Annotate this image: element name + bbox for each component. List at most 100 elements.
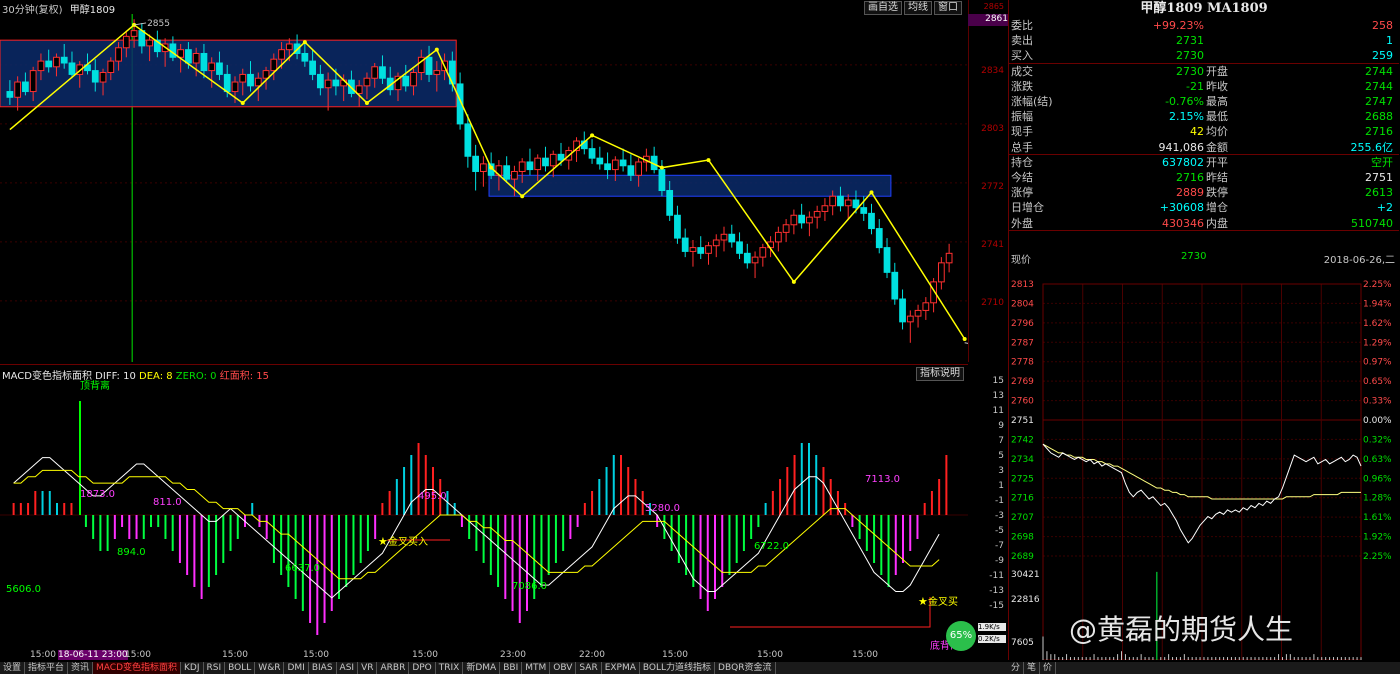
bull-candle <box>705 245 712 254</box>
indicator-tab[interactable]: BOLL力道线指标 <box>640 662 716 674</box>
quote-label-2: 均价 <box>1206 125 1228 139</box>
high-label: 2855 <box>147 19 170 29</box>
quote-row: 振幅 2.15% 最低 2688 <box>1009 109 1399 124</box>
indicator-tab[interactable]: EXPMA <box>602 662 640 674</box>
star-icon: ★ <box>378 535 388 548</box>
bear-candle <box>743 252 751 264</box>
indicator-tab[interactable]: SAR <box>576 662 602 674</box>
quote-value-2: 259 <box>1372 49 1393 63</box>
indicator-tab[interactable]: 指标平台 <box>25 662 69 674</box>
bear-candle <box>216 62 223 75</box>
bear-candle <box>588 148 596 159</box>
indicator-tab[interactable]: ARBR <box>377 662 410 674</box>
indicator-tab[interactable]: W&R <box>255 662 285 674</box>
indicator-tab-bar: 设置 指标平台 资讯 MACD变色指标面积 KDJ RSI BOLL W&R DMI BIAS AS… <box>0 662 1008 674</box>
quote-value-2: 258 <box>1372 19 1393 32</box>
right-tab[interactable]: 价 <box>1040 662 1057 674</box>
bull-candle <box>813 210 821 218</box>
indicator-tab[interactable]: 资讯 <box>68 662 94 674</box>
bear-candle <box>604 163 611 171</box>
quote-value: 2730 <box>1176 49 1204 63</box>
indicator-tab[interactable]: BBI <box>500 662 523 674</box>
quote-panel: 甲醇1809 MA1809 委比 +99.23% 258 卖出 2731 1 买入 2730 2… <box>1008 0 1399 240</box>
right-tab[interactable]: 分 <box>1008 662 1025 674</box>
right-tab-bar: 分笔价 <box>1008 662 1400 674</box>
bull-candle <box>107 60 115 74</box>
quote-value-2: 1 <box>1386 34 1393 48</box>
diff-line <box>13 457 940 599</box>
bear-candle <box>425 56 433 75</box>
indicator-tab[interactable]: DPO <box>409 662 436 674</box>
indicator-tab[interactable]: OBV <box>550 662 577 674</box>
bull-candle <box>371 66 379 79</box>
bear-candle <box>697 247 705 254</box>
quote-label: 涨跌 <box>1011 79 1033 93</box>
indicator-tab[interactable]: ASI <box>337 662 359 674</box>
quote-label: 持仓 <box>1011 155 1033 169</box>
quote-value-2: 2716 <box>1365 125 1393 139</box>
bear-candle <box>22 81 29 93</box>
bull-candle <box>937 262 945 283</box>
indicator-tab[interactable]: DBQR资金流 <box>715 662 776 674</box>
range-box <box>488 174 892 197</box>
quote-label-2: 内盘 <box>1206 216 1228 230</box>
bull-candle <box>635 161 643 176</box>
macd-annotation: 894.0 <box>117 547 146 558</box>
bear-candle <box>666 190 674 216</box>
indicator-tab[interactable]: KDJ <box>181 662 204 674</box>
bull-candle <box>806 216 813 224</box>
zigzag-arrow-tip <box>302 40 307 45</box>
indicator-tab[interactable]: RSI <box>204 662 226 674</box>
indicator-tab[interactable]: BIAS <box>309 662 337 674</box>
star-icon: ★ <box>918 595 928 608</box>
bear-candle <box>316 73 324 89</box>
quote-value-2: 2744 <box>1365 64 1393 78</box>
quote-value-2: 2747 <box>1365 95 1393 108</box>
quote-label-2: 昨收 <box>1206 79 1228 93</box>
macd-annotation: 6722.0 <box>754 541 789 552</box>
indicator-tab[interactable]: MACD变色指标面积 <box>93 662 182 674</box>
tick-axis-left-label: 2769 <box>1011 377 1034 387</box>
quote-row: 涨跌 -21 昨收 2744 <box>1009 79 1399 94</box>
bear-candle <box>852 199 860 209</box>
indicator-tab[interactable]: MTM <box>522 662 551 674</box>
bull-candle <box>130 30 138 37</box>
quote-label-2: 昨结 <box>1206 171 1228 184</box>
bear-candle <box>68 62 76 75</box>
price-chart-panel[interactable]: 30分钟(复权) 甲醇1809 画自选 均线 窗口 28552688 <box>0 0 969 362</box>
tick-axis-right-label: 0.32% <box>1363 435 1392 445</box>
bull-candle <box>208 62 216 72</box>
quote-value: -0.76% <box>1165 95 1204 108</box>
quote-row: 持仓 637802 开平 空开 <box>1009 155 1399 170</box>
tick-axis-left-label: 2725 <box>1011 474 1034 484</box>
price-axis-label: 2865 <box>983 2 1004 11</box>
quote-value: +99.23% <box>1152 19 1204 32</box>
bull-candle <box>14 81 22 98</box>
bull-candle <box>99 72 107 83</box>
bear-candle <box>627 165 635 176</box>
quote-value-2: 2688 <box>1365 110 1393 124</box>
bull-candle <box>689 247 697 252</box>
intraday-panel[interactable]: 现价 2730 2018-06-26,二 2813 2804 2796 2787 277… <box>1008 240 1399 660</box>
macd-panel[interactable]: MACD变色指标面积 DIFF: 10 DEA: 8 ZERO: 0 红面积: … <box>0 364 1006 663</box>
bear-candle <box>223 73 231 93</box>
quote-label-2: 最高 <box>1206 95 1228 108</box>
indicator-tab[interactable]: 新DMA <box>463 662 501 674</box>
macd-annotation: 5606.0 <box>6 584 41 595</box>
right-tab[interactable]: 笔 <box>1024 662 1041 674</box>
watermark: @黄磊的期货人生 <box>1069 613 1294 646</box>
tick-axis-left-label: 2787 <box>1011 338 1034 348</box>
bull-candle <box>192 52 200 64</box>
now-price-number: 2730 <box>1181 251 1207 262</box>
macd-axis-label: 15 <box>992 376 1004 386</box>
macd-annotation: 金叉买 <box>928 595 958 608</box>
indicator-tab[interactable]: BOLL <box>225 662 256 674</box>
quote-date: 2018-06-26,二 <box>1323 255 1395 266</box>
tick-axis-right-label: 0.65% <box>1363 377 1392 387</box>
indicator-tab[interactable]: DMI <box>284 662 309 674</box>
indicator-tab[interactable]: TRIX <box>436 662 464 674</box>
indicator-tab[interactable]: VR <box>358 662 378 674</box>
price-axis-label: 2803 <box>981 124 1004 134</box>
volume-axis-label: 7605 <box>1011 638 1034 648</box>
indicator-tab[interactable]: 设置 <box>0 662 26 674</box>
